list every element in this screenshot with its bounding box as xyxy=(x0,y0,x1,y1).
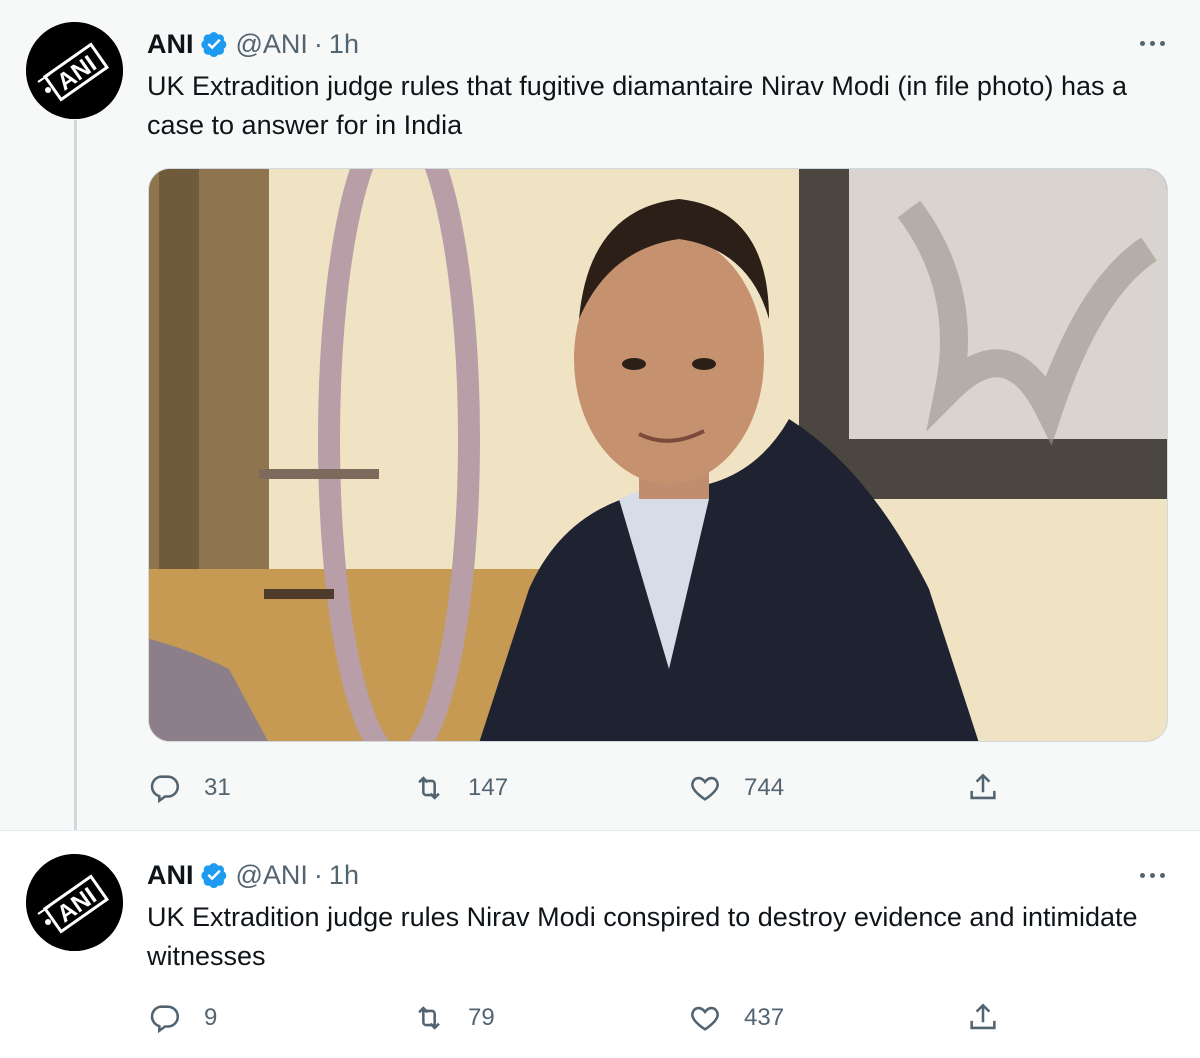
retweet-button[interactable]: 79 xyxy=(412,998,495,1038)
avatar[interactable]: ANI xyxy=(26,854,123,951)
like-count: 437 xyxy=(744,1004,785,1031)
retweet-button[interactable]: 147 xyxy=(412,768,508,808)
like-button[interactable]: 744 xyxy=(688,768,784,808)
author-handle[interactable]: @ANI xyxy=(236,29,308,60)
tweet-header: ANI @ANI · 1h xyxy=(147,858,359,892)
reply-icon xyxy=(150,1005,180,1034)
author-name[interactable]: ANI xyxy=(147,860,194,891)
tweet-1[interactable]: ANI ANI @ANI · 1h UK Extradition judge r… xyxy=(0,0,1200,832)
tweet-actions: 31 147 744 xyxy=(148,768,1048,808)
author-handle[interactable]: @ANI xyxy=(236,860,308,891)
more-icon[interactable] xyxy=(1132,860,1172,890)
tweet-2[interactable]: ANI ANI @ANI · 1h UK Extradition judge r… xyxy=(0,830,1200,1058)
like-count: 744 xyxy=(744,774,785,801)
tweet-header: ANI @ANI · 1h xyxy=(147,27,359,61)
verified-badge-icon xyxy=(200,30,228,58)
share-icon xyxy=(970,773,996,800)
share-icon xyxy=(970,1003,996,1030)
tweet-text: UK Extradition judge rules that fugitive… xyxy=(147,71,1127,140)
author-name[interactable]: ANI xyxy=(147,29,194,60)
retweet-count: 147 xyxy=(468,774,509,801)
like-button[interactable]: 437 xyxy=(688,998,784,1038)
share-button[interactable] xyxy=(966,998,1000,1038)
reply-count: 9 xyxy=(204,1004,218,1031)
photo-illustration xyxy=(149,169,1167,741)
tweet-photo[interactable] xyxy=(148,168,1168,742)
tweet-actions: 9 79 437 xyxy=(148,998,1048,1038)
separator-dot: · xyxy=(313,859,323,890)
share-button[interactable] xyxy=(966,768,1000,808)
thread-connector-line xyxy=(74,120,77,832)
reply-button[interactable]: 31 xyxy=(148,768,231,808)
retweet-icon xyxy=(418,776,440,800)
reply-count: 31 xyxy=(204,774,231,801)
tweet-timestamp[interactable]: 1h xyxy=(329,29,359,60)
like-icon xyxy=(691,1006,719,1031)
tweet-timestamp[interactable]: 1h xyxy=(329,860,359,891)
reply-icon xyxy=(150,775,180,804)
separator-dot: · xyxy=(313,28,323,59)
avatar[interactable]: ANI xyxy=(26,22,123,119)
retweet-count: 79 xyxy=(468,1004,495,1031)
verified-badge-icon xyxy=(200,861,228,889)
retweet-icon xyxy=(418,1006,440,1030)
tweet-text: UK Extradition judge rules Nirav Modi co… xyxy=(147,902,1138,971)
more-icon[interactable] xyxy=(1132,28,1172,58)
like-icon xyxy=(691,776,719,801)
reply-button[interactable]: 9 xyxy=(148,998,217,1038)
